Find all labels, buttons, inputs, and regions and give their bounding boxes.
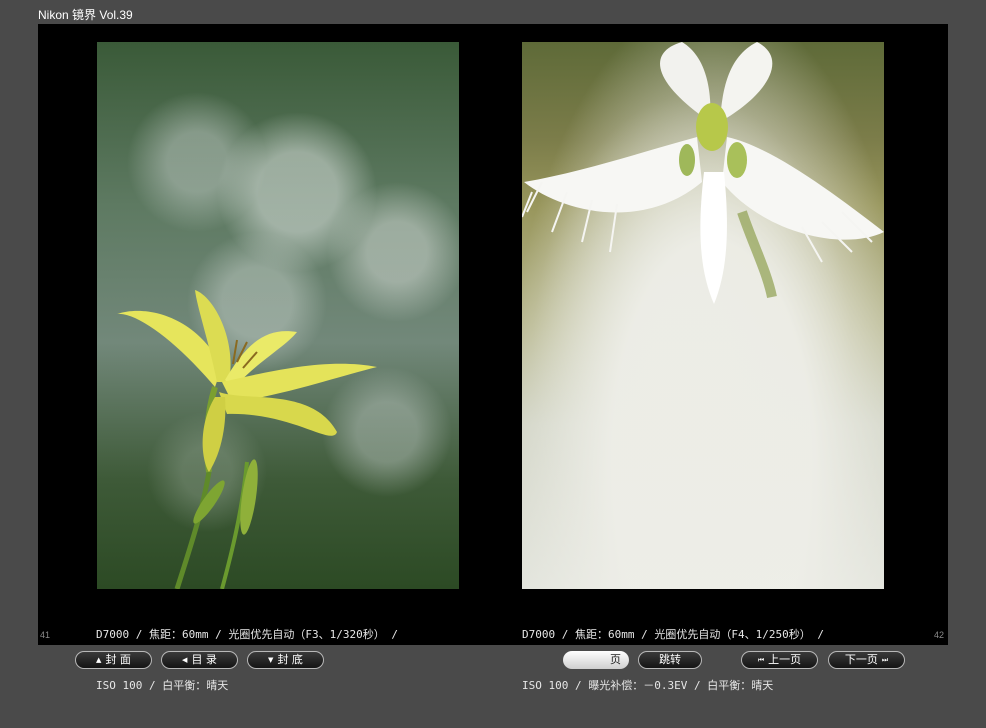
app-title: Nikon 镜界 Vol.39 [38, 8, 133, 22]
toc-button[interactable]: ◀ 目 录 [161, 651, 238, 669]
egret-orchid-illustration [522, 42, 884, 304]
next-page-label: 下一页 [844, 653, 878, 666]
page-number-left: 41 [40, 630, 51, 640]
caption-left-line1: D7000 / 焦距：60mm / 光圈优先自动（F3、1/320秒） / [96, 628, 398, 641]
prev-page-button[interactable]: ⏮ 上一页 [741, 651, 818, 669]
photo-white-egret-orchid [522, 42, 884, 589]
cover-button[interactable]: ▲ 封 面 [75, 651, 152, 669]
magazine-viewer: D7000 / 焦距：60mm / 光圈优先自动（F3、1/320秒） / IS… [38, 24, 948, 692]
back-cover-button-label: 封 底 [277, 653, 303, 666]
cover-button-label: 封 面 [105, 653, 131, 666]
caption-right-line2: ISO 100 / 曝光补偿：－0.3EV / 白平衡：晴天 [522, 679, 774, 692]
triangle-left-icon: ◀ [182, 656, 188, 664]
photo-yellow-lily [97, 42, 459, 589]
caption-right-line1: D7000 / 焦距：60mm / 光圈优先自动（F4、1/250秒） / [522, 628, 824, 641]
skip-forward-icon: ⏭ [881, 656, 889, 664]
triangle-down-icon: ▼ [268, 656, 274, 664]
toc-button-label: 目 录 [191, 653, 217, 666]
skip-back-icon: ⏮ [757, 656, 765, 664]
caption-left-line2: ISO 100 / 白平衡：晴天 [96, 679, 229, 692]
jump-button[interactable]: 跳转 [638, 651, 702, 669]
page-number-field: 页 [563, 651, 629, 669]
page-number-input[interactable] [569, 653, 609, 668]
yellow-lily-illustration [117, 290, 377, 589]
back-cover-button[interactable]: ▼ 封 底 [247, 651, 324, 669]
triangle-up-icon: ▲ [96, 656, 102, 664]
page-suffix-label: 页 [610, 653, 621, 666]
prev-page-label: 上一页 [768, 653, 802, 666]
next-page-button[interactable]: 下一页 ⏭ [828, 651, 905, 669]
page-number-right: 42 [933, 630, 944, 640]
